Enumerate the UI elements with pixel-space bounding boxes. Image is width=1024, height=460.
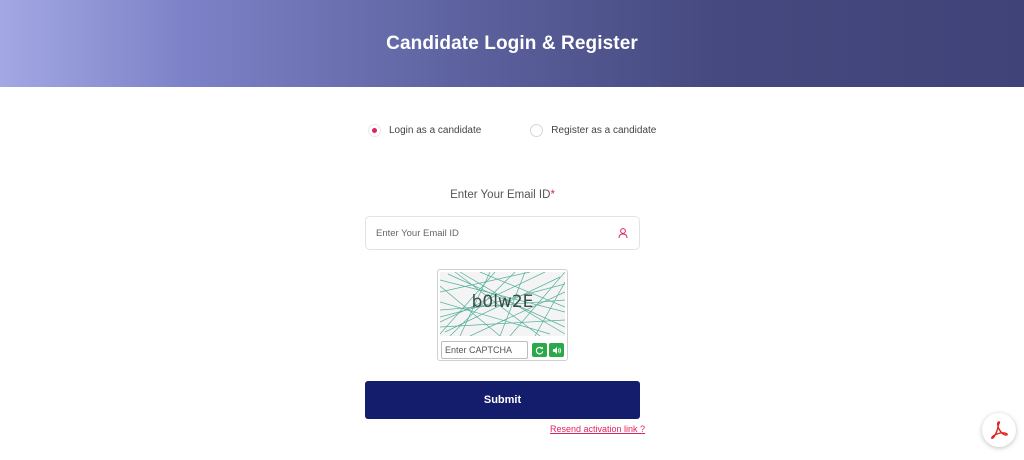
speaker-icon [552,346,562,355]
user-icon [617,227,629,239]
radio-register-label: Register as a candidate [551,125,657,136]
pdf-button[interactable] [982,413,1016,447]
email-field-wrapper [365,216,640,250]
audio-captcha-button[interactable] [549,343,564,357]
captcha-image: b0lw2E [440,272,565,336]
captcha-widget: b0lw2E [437,269,568,361]
page-title: Candidate Login & Register [386,32,638,54]
email-label: Enter Your Email ID* [365,189,640,201]
radio-login-label: Login as a candidate [389,125,482,136]
mode-selector: Login as a candidate Register as a candi… [368,124,656,137]
required-mark: * [550,189,555,201]
email-label-text: Enter Your Email ID [450,189,551,201]
refresh-captcha-button[interactable] [532,343,547,357]
radio-login[interactable]: Login as a candidate [368,124,481,137]
refresh-icon [535,346,544,355]
pdf-icon [989,420,1009,440]
page-banner: Candidate Login & Register [0,0,1024,87]
email-field[interactable] [376,227,617,239]
submit-button[interactable]: Submit [365,381,640,419]
captcha-input[interactable] [441,341,528,359]
radio-login-button[interactable] [368,124,381,137]
resend-activation-link[interactable]: Resend activation link ? [550,424,645,434]
radio-register-button[interactable] [530,124,544,137]
radio-register[interactable]: Register as a candidate [530,124,656,137]
captcha-code: b0lw2E [471,292,534,312]
